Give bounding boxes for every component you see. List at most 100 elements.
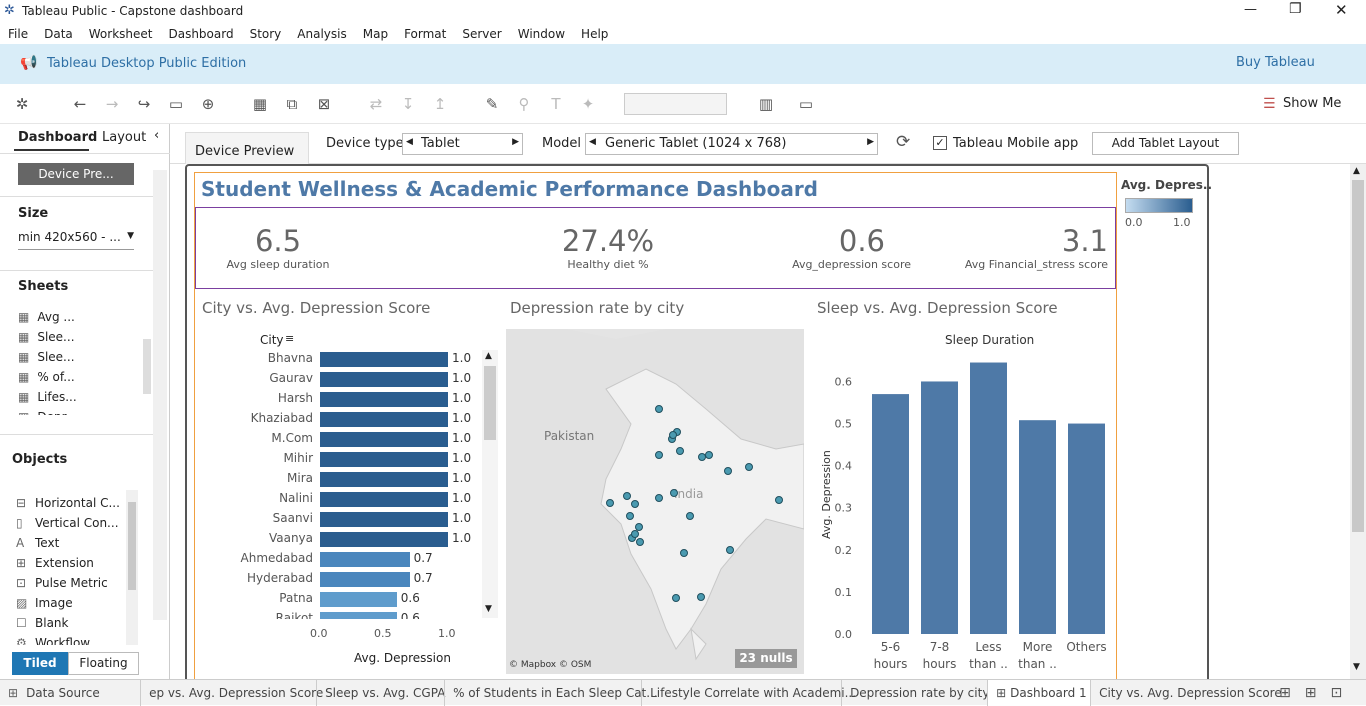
chevron-down-icon[interactable]: ▼ [1353,662,1360,672]
map-city-point[interactable] [623,492,631,500]
presentation-icon[interactable]: ▭ [796,94,816,114]
map-city-point[interactable] [705,451,713,459]
objects-scrollbar[interactable] [126,490,138,645]
tab-city-depression[interactable]: City vs. Avg. Depression Score [1091,680,1282,706]
city-bar[interactable] [320,352,448,367]
tab-sleep-depression[interactable]: ep vs. Avg. Depression Score [140,679,323,706]
device-preview-button[interactable]: Device Pre... [18,163,134,185]
map-city-point[interactable] [726,546,734,554]
sheets-scrollbar[interactable] [143,339,151,394]
object-image[interactable]: ▨ Image [16,593,126,613]
floating-button[interactable]: Floating [68,652,139,675]
tab-lifestyle[interactable]: Lifestyle Correlate with Academi... [641,679,856,706]
india-map[interactable]: Pakistan India © Mapbox © OSM 23 nulls [506,329,804,674]
save-icon[interactable]: ▭ [166,94,186,114]
redo-icon[interactable]: → [102,94,122,114]
sleep-bar[interactable] [1019,420,1056,634]
sheet-item[interactable]: ▦% of... [18,367,143,387]
map-city-point[interactable] [686,512,694,520]
map-city-point[interactable] [745,463,753,471]
map-city-point[interactable] [655,405,663,413]
device-preview-tab[interactable]: Device Preview [185,132,309,164]
menu-data[interactable]: Data [44,27,73,41]
object-workflow[interactable]: ⚙ Workflow [16,633,126,645]
add-tablet-layout-button[interactable]: Add Tablet Layout [1092,132,1239,155]
object-blank[interactable]: ☐ Blank [16,613,126,633]
tab-dashboard-1[interactable]: ⊞ Dashboard 1 [987,679,1092,706]
fit-dropdown[interactable] [624,93,727,115]
object-vertical[interactable]: ▯ Vertical Con... [16,513,126,533]
size-dropdown[interactable]: min 420x560 - ... ▼ [18,230,134,250]
map-city-point[interactable] [655,451,663,459]
tab-depression-city[interactable]: Depression rate by city [841,679,989,706]
object-extension[interactable]: ⊞ Extension [16,553,126,573]
next-arrow-icon[interactable]: ▶ [512,137,519,147]
sleep-bar[interactable] [921,381,958,634]
new-worksheet-tab-icon[interactable]: ⊞ [1279,685,1291,701]
city-bar[interactable] [320,452,448,467]
map-city-point[interactable] [775,496,783,504]
next-arrow-icon[interactable]: ▶ [867,137,874,147]
device-type-select[interactable]: ◀ Tablet ▶ [402,133,523,155]
scroll-thumb[interactable] [484,366,496,440]
map-city-point[interactable] [672,594,680,602]
city-bar[interactable] [320,432,448,447]
city-bar[interactable] [320,392,448,407]
sort-icon[interactable]: ≡ [285,332,294,345]
map-city-point[interactable] [697,593,705,601]
map-city-point[interactable] [676,447,684,455]
sheet-item[interactable]: ▦ Slee... [18,347,143,367]
prev-arrow-icon[interactable]: ◀ [406,137,413,147]
map-city-point[interactable] [636,538,644,546]
rotate-icon[interactable]: ⟳ [896,132,910,152]
city-bar[interactable] [320,532,448,547]
menu-format[interactable]: Format [404,27,446,41]
sleep-bar[interactable] [872,394,909,634]
city-scrollbar[interactable]: ▲ ▼ [482,350,498,618]
clear-icon[interactable]: ⊠ [314,94,334,114]
city-bar[interactable] [320,412,448,427]
menu-analysis[interactable]: Analysis [297,27,346,41]
collapse-icon[interactable]: ‹ [154,128,159,143]
panel-scrollbar[interactable] [153,170,167,620]
map-city-point[interactable] [669,431,677,439]
tab-dashboard[interactable]: Dashboard [18,130,97,145]
city-bar[interactable] [320,512,448,527]
city-bar[interactable] [320,572,410,587]
tab-data-source[interactable]: Data Source [18,680,140,706]
mobile-app-checkbox[interactable]: ✓ [933,136,947,150]
group-icon[interactable]: ⚲ [514,94,534,114]
city-bar[interactable] [320,612,397,619]
new-story-tab-icon[interactable]: ⊡ [1331,685,1343,701]
menu-worksheet[interactable]: Worksheet [89,27,153,41]
sheet-item[interactable]: ▦ Lifes... [18,387,143,407]
map-city-point[interactable] [680,549,688,557]
tab-sleep-category[interactable]: % of Students in Each Sleep Cat... [444,679,658,706]
map-city-point[interactable] [670,489,678,497]
tab-sleep-cgpa[interactable]: Sleep vs. Avg. CGPA [316,679,445,706]
menu-story[interactable]: Story [250,27,282,41]
city-bar[interactable] [320,372,448,387]
chevron-up-icon[interactable]: ▲ [485,351,492,361]
swap-icon[interactable]: ⇄ [366,94,386,114]
object-text[interactable]: A Text [16,533,126,553]
sheet-item[interactable]: ▦ Avg ... [18,307,143,327]
new-data-source-icon[interactable]: ⊕ [198,94,218,114]
highlight-icon[interactable]: ✎ [482,94,502,114]
map-city-point[interactable] [724,467,732,475]
sheet-item[interactable]: ▦ Slee... [18,327,143,347]
pin-icon[interactable]: ✦ [578,94,598,114]
nulls-indicator[interactable]: 23 nulls [735,649,797,668]
menu-map[interactable]: Map [363,27,388,41]
prev-arrow-icon[interactable]: ◀ [589,137,596,147]
model-select[interactable]: ◀ Generic Tablet (1024 x 768) ▶ [585,133,878,155]
replay-icon[interactable]: ↪ [134,94,154,114]
sleep-bar[interactable] [1068,423,1105,634]
sheet-item[interactable]: ▦Depr... [18,407,143,415]
canvas-scrollbar[interactable]: ▲ ▼ [1350,164,1366,679]
menu-help[interactable]: Help [581,27,608,41]
minimize-icon[interactable]: — [1244,2,1257,17]
map-city-point[interactable] [631,530,639,538]
city-bar[interactable] [320,472,448,487]
object-pulse-metric[interactable]: ⊡ Pulse Metric [16,573,126,593]
